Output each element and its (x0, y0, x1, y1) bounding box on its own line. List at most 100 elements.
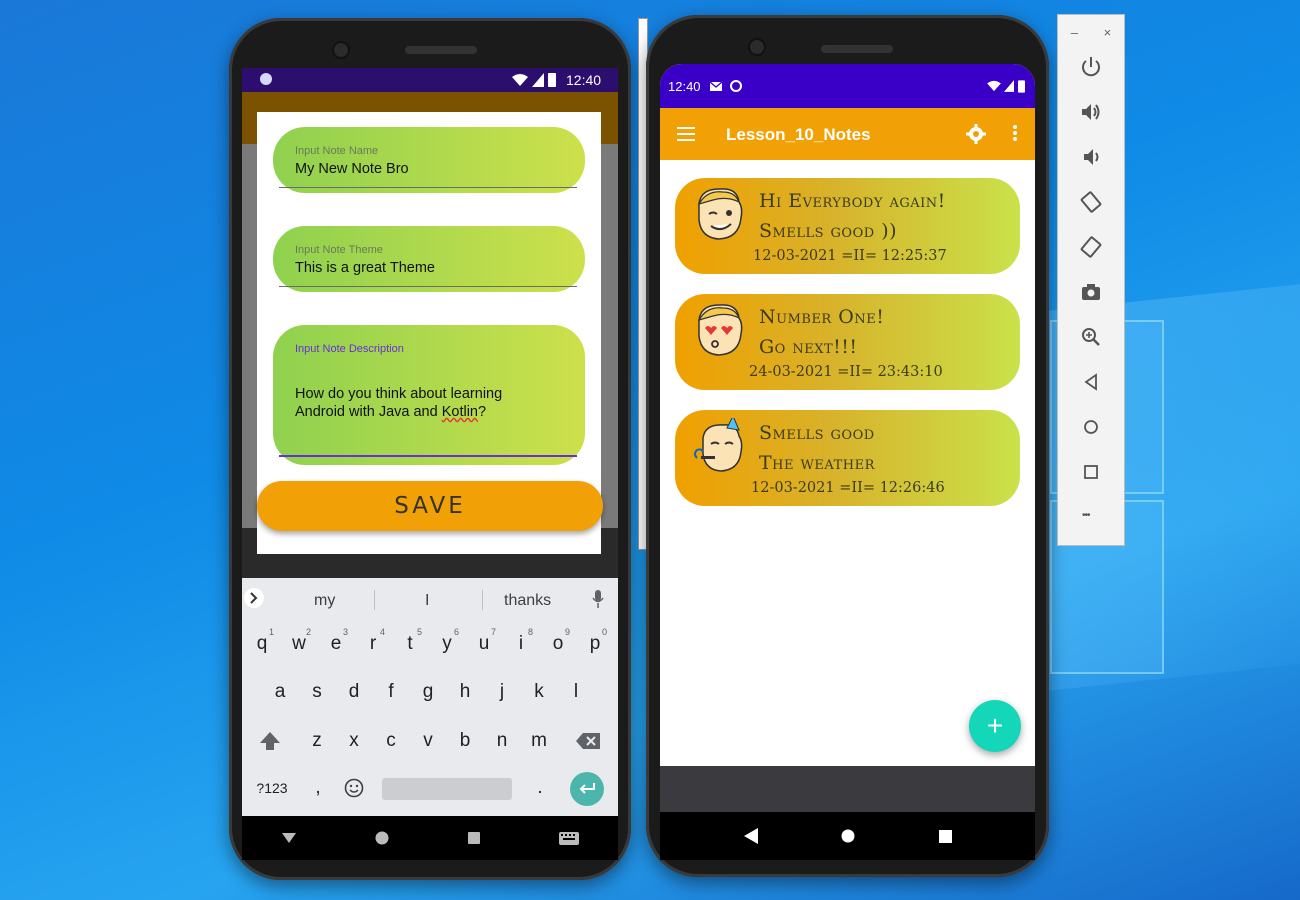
vault-boy-love-icon (697, 304, 743, 356)
status-time: 12:40 (566, 72, 602, 88)
status-dot-icon (260, 73, 272, 85)
key-g[interactable]: g (412, 673, 444, 711)
key-m[interactable]: m (523, 722, 555, 760)
keyboard-switch-icon[interactable] (558, 831, 579, 845)
home-icon[interactable] (1079, 415, 1103, 439)
note-description-line1[interactable]: How do you think about learning (295, 386, 502, 402)
recents-icon[interactable] (938, 829, 952, 843)
key-v[interactable]: v (412, 722, 444, 760)
key-r[interactable]: r4 (357, 625, 389, 663)
emoji-key[interactable] (338, 769, 370, 807)
note-theme-input[interactable]: This is a great Theme (295, 260, 435, 276)
power-icon[interactable] (1079, 55, 1103, 79)
note-title: Hi Everybody again! (759, 190, 946, 212)
overview-icon[interactable] (1079, 460, 1103, 484)
key-x[interactable]: x (338, 722, 370, 760)
emulator-window-controls: – × (1058, 25, 1124, 40)
note-title: Smells good (759, 422, 875, 444)
note-card[interactable]: Smells good The weather 12-03-2021 =II= … (675, 410, 1020, 506)
left-phone-frame: 12:40 Input Note Name My New Note Bro In… (229, 18, 631, 880)
comma-key[interactable]: , (302, 769, 334, 807)
battery-icon (548, 73, 556, 87)
zoom-icon[interactable] (1079, 325, 1103, 349)
rotate-right-icon[interactable] (1079, 235, 1103, 259)
navigation-bar (242, 816, 618, 860)
battery-icon (1018, 80, 1025, 93)
more-vert-icon[interactable] (1013, 125, 1017, 141)
key-l[interactable]: l (560, 673, 592, 711)
expand-suggestions-button[interactable] (244, 588, 264, 608)
back-icon[interactable] (743, 828, 758, 844)
save-button[interactable]: SAVE (257, 481, 603, 531)
key-f[interactable]: f (375, 673, 407, 711)
key-w[interactable]: w2 (283, 625, 315, 663)
key-o[interactable]: o9 (542, 625, 574, 663)
bottom-gray-strip (660, 766, 1035, 812)
backspace-key[interactable] (570, 722, 606, 760)
speaker-grille (405, 46, 477, 54)
microphone-icon[interactable] (592, 590, 604, 608)
key-d[interactable]: d (338, 673, 370, 711)
note-theme-label: Input Note Theme (295, 244, 383, 256)
shift-key[interactable] (254, 722, 286, 760)
note-description-line2[interactable]: Android with Java and Kotlin? (295, 404, 486, 420)
back-icon[interactable] (1079, 370, 1103, 394)
key-y[interactable]: y6 (431, 625, 463, 663)
rotate-left-icon[interactable] (1079, 190, 1103, 214)
key-n[interactable]: n (486, 722, 518, 760)
key-k[interactable]: k (523, 673, 555, 711)
key-i[interactable]: i8 (505, 625, 537, 663)
key-p[interactable]: p0 (579, 625, 611, 663)
key-e[interactable]: e3 (320, 625, 352, 663)
note-description-label: Input Note Description (295, 343, 404, 355)
add-note-button[interactable]: + (969, 700, 1021, 752)
key-j[interactable]: j (486, 673, 518, 711)
key-z[interactable]: z (301, 722, 333, 760)
symbols-key[interactable]: ?123 (252, 769, 292, 807)
gear-icon[interactable] (966, 124, 986, 144)
period-key[interactable]: . (524, 769, 556, 807)
key-b[interactable]: b (449, 722, 481, 760)
note-theme: The weather (759, 452, 875, 474)
key-q[interactable]: q1 (246, 625, 278, 663)
back-down-icon[interactable] (281, 833, 296, 843)
note-name-field[interactable]: Input Note Name My New Note Bro (273, 127, 585, 193)
field-underline (279, 187, 577, 188)
key-c[interactable]: c (375, 722, 407, 760)
suggestion-my[interactable]: my (314, 592, 335, 610)
close-button[interactable]: × (1104, 25, 1112, 40)
key-t[interactable]: t5 (394, 625, 426, 663)
emoji-icon (344, 778, 364, 798)
signal-icon (1004, 80, 1014, 92)
enter-key[interactable] (570, 772, 604, 806)
spellcheck-word[interactable]: Kotlin (442, 404, 478, 420)
note-name-label: Input Note Name (295, 145, 379, 157)
note-name-input[interactable]: My New Note Bro (295, 161, 409, 177)
recents-icon[interactable] (467, 832, 480, 844)
note-description-field[interactable]: Input Note Description How do you think … (273, 325, 585, 465)
more-options-button[interactable]: ••• (1082, 510, 1090, 521)
home-icon[interactable] (375, 831, 389, 845)
camera-screenshot-icon[interactable] (1079, 280, 1103, 304)
speaker-grille (821, 45, 893, 53)
field-underline-focused (279, 455, 577, 457)
volume-up-icon[interactable] (1079, 100, 1103, 124)
menu-icon[interactable] (677, 127, 695, 141)
key-h[interactable]: h (449, 673, 481, 711)
wifi-icon (512, 74, 528, 86)
data-saver-icon (730, 80, 742, 92)
note-date: 12-03-2021 =II= 12:25:37 (753, 248, 947, 264)
vault-boy-wink-icon (697, 188, 743, 240)
key-u[interactable]: u7 (468, 625, 500, 663)
key-s[interactable]: s (301, 673, 333, 711)
suggestion-i[interactable]: I (425, 592, 429, 610)
note-card[interactable]: Number One! Go next!!! 24-03-2021 =II= 2… (675, 294, 1020, 390)
key-a[interactable]: a (264, 673, 296, 711)
suggestion-thanks[interactable]: thanks (504, 592, 551, 610)
minimize-button[interactable]: – (1071, 25, 1078, 40)
note-card[interactable]: Hi Everybody again! Smells good )) 12-03… (675, 178, 1020, 274)
volume-down-icon[interactable] (1079, 145, 1103, 169)
note-theme-field[interactable]: Input Note Theme This is a great Theme (273, 226, 585, 292)
home-icon[interactable] (841, 829, 855, 843)
space-bar[interactable] (382, 778, 512, 800)
